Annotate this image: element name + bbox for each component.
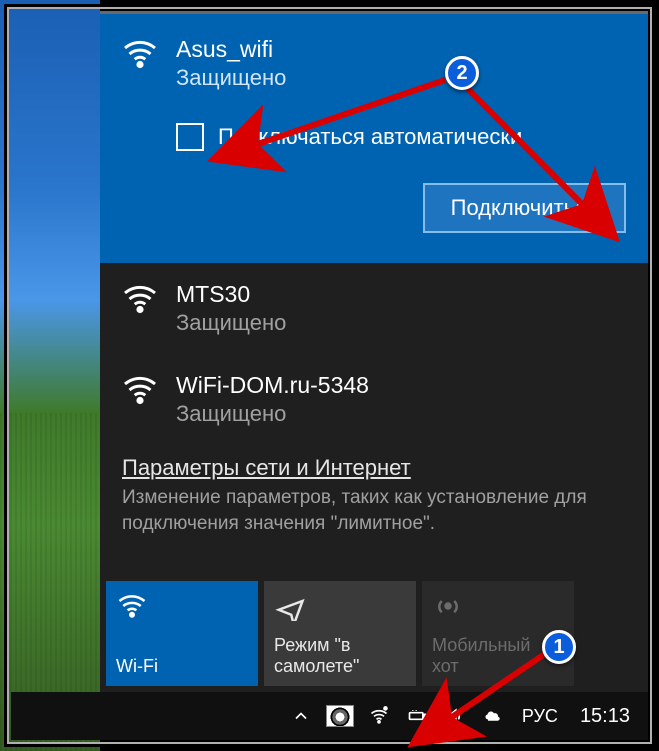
network-list: MTS30 Защищено WiFi-DOM.ru-5348 Защ xyxy=(100,263,648,445)
network-settings-description: Изменение параметров, таких как установл… xyxy=(122,485,626,536)
network-name: WiFi-DOM.ru-5348 xyxy=(176,372,369,399)
checkbox-icon xyxy=(176,123,204,151)
network-settings-link[interactable]: Параметры сети и Интернет xyxy=(122,455,411,481)
auto-connect-checkbox[interactable]: Подключаться автоматически xyxy=(176,123,626,151)
tile-wifi[interactable]: Wi-Fi xyxy=(106,581,258,686)
taskbar-app-thumb[interactable] xyxy=(326,705,354,727)
wifi-icon xyxy=(116,591,248,627)
taskbar-clock[interactable]: 15:13 xyxy=(574,705,636,728)
network-name: Asus_wifi xyxy=(176,36,286,63)
network-status: Защищено xyxy=(176,310,286,336)
network-status: Защищено xyxy=(176,401,369,427)
network-item[interactable]: WiFi-DOM.ru-5348 Защищено xyxy=(100,354,648,445)
connect-button[interactable]: Подключиться xyxy=(423,183,626,233)
annotation-badge-1: 1 xyxy=(542,630,576,664)
tray-overflow-icon[interactable] xyxy=(288,703,314,729)
desktop-wallpaper xyxy=(0,0,100,751)
hotspot-icon xyxy=(432,591,564,627)
battery-tray-icon[interactable] xyxy=(404,703,430,729)
language-indicator[interactable]: РУС xyxy=(518,706,562,727)
svg-text:*: * xyxy=(384,706,387,714)
tile-airplane-mode[interactable]: Режим "в самолете" xyxy=(264,581,416,686)
annotation-badge-2: 2 xyxy=(445,56,479,90)
network-item-selected[interactable]: Asus_wifi Защищено Подключаться автомати… xyxy=(100,14,648,263)
onedrive-tray-icon[interactable] xyxy=(480,703,506,729)
tile-label: Wi-Fi xyxy=(116,656,248,678)
network-status: Защищено xyxy=(176,65,286,91)
wifi-tray-icon[interactable]: * xyxy=(366,703,392,729)
network-settings-area: Параметры сети и Интернет Изменение пара… xyxy=(100,445,648,552)
taskbar: * РУС 15:13 xyxy=(11,692,648,740)
network-item[interactable]: MTS30 Защищено xyxy=(100,263,648,354)
volume-tray-icon[interactable] xyxy=(442,703,468,729)
tile-label: Режим "в самолете" xyxy=(274,635,406,678)
wifi-icon xyxy=(122,281,158,322)
wifi-icon xyxy=(122,372,158,413)
auto-connect-label: Подключаться автоматически xyxy=(218,124,522,150)
network-header: Asus_wifi Защищено xyxy=(122,36,626,91)
airplane-icon xyxy=(274,591,406,627)
network-name: MTS30 xyxy=(176,281,286,308)
wifi-icon xyxy=(122,36,158,77)
network-flyout: Asus_wifi Защищено Подключаться автомати… xyxy=(100,11,648,692)
